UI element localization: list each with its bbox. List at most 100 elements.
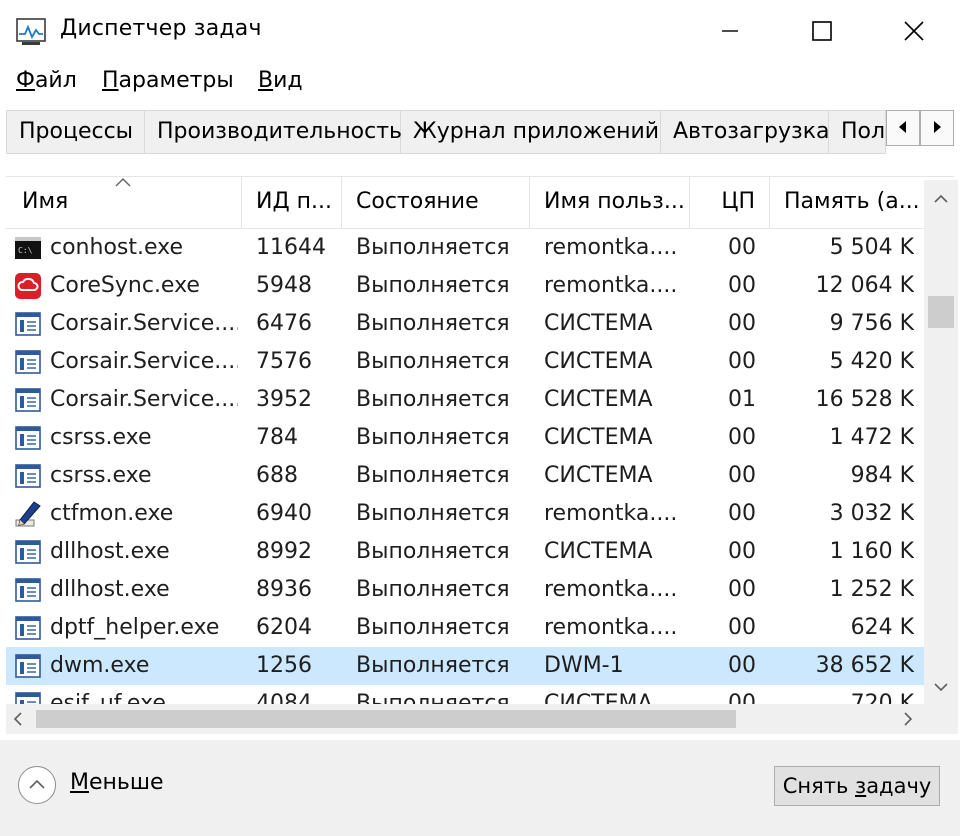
task-manager-icon: [16, 18, 48, 46]
cell-status: Выполняется: [356, 235, 510, 260]
cell-memory: 5 420 K: [829, 349, 914, 374]
column-header-name[interactable]: Имя: [6, 177, 242, 229]
cell-user: remontka....: [544, 615, 678, 640]
tab-performance[interactable]: Производительность: [145, 111, 402, 153]
tab-app-history[interactable]: Журнал приложений: [401, 111, 661, 153]
cell-cpu: 00: [728, 615, 756, 640]
minimize-button[interactable]: [684, 0, 776, 62]
cell-memory: 9 756 K: [829, 311, 914, 336]
cell-user: СИСТЕМА: [544, 425, 653, 450]
app-window-icon: [14, 348, 42, 376]
column-header-user[interactable]: Имя польз...: [530, 177, 690, 229]
process-table: Имя ИД п... Состояние Имя польз... ЦП Па…: [6, 176, 954, 732]
footer-bar: Меньше Снять з адачу: [0, 740, 960, 836]
cell-status: Выполняется: [356, 387, 510, 412]
cell-status: Выполняется: [356, 501, 510, 526]
cell-pid: 784: [256, 425, 298, 450]
cell-user: remontka....: [544, 235, 678, 260]
chevron-right-icon: [931, 119, 943, 138]
cell-name: dllhost.exe: [50, 539, 170, 564]
cell-memory: 12 064 K: [815, 273, 914, 298]
chevron-down-icon[interactable]: [933, 678, 949, 697]
cell-status: Выполняется: [356, 311, 510, 336]
cell-cpu: 00: [728, 349, 756, 374]
title-bar: Диспетчер задач: [0, 0, 960, 62]
table-row[interactable]: dllhost.exe 8936 Выполняется remontka.... 00…: [6, 571, 924, 609]
cell-user: DWM-1: [544, 653, 624, 678]
app-window-icon: [14, 424, 42, 452]
chevron-up-circle-icon: [18, 766, 56, 804]
table-row[interactable]: CoreSync.exe 5948 Выполняется remontka.... 0…: [6, 267, 924, 305]
tab-processes[interactable]: Процессы: [7, 111, 145, 153]
menu-file[interactable]: Файл: [16, 68, 77, 93]
cell-user: СИСТЕМА: [544, 539, 653, 564]
column-header-pid[interactable]: ИД п...: [242, 177, 342, 229]
cell-pid: 7576: [256, 349, 312, 374]
close-icon: [903, 20, 925, 42]
maximize-icon: [811, 20, 833, 42]
cell-status: Выполняется: [356, 539, 510, 564]
close-button[interactable]: [868, 0, 960, 62]
app-window-icon: [14, 576, 42, 604]
tab-users[interactable]: Пол: [829, 111, 885, 153]
table-header: Имя ИД п... Состояние Имя польз... ЦП Па…: [6, 177, 924, 229]
chevron-left-icon[interactable]: [12, 711, 24, 731]
vertical-scrollbar[interactable]: [924, 180, 958, 704]
svg-text:C:\: C:\: [18, 246, 33, 255]
cell-pid: 11644: [256, 235, 326, 260]
table-row[interactable]: C:\ conhost.exe 11644 Выполняется remontka..…: [6, 229, 924, 267]
cell-cpu: 01: [728, 387, 756, 412]
cell-cpu: 00: [728, 577, 756, 602]
cell-name: Corsair.Service....: [50, 387, 238, 412]
cell-memory: 1 472 K: [829, 425, 914, 450]
table-row[interactable]: Corsair.Service.... 6476 Выполняется СИСТЕМ…: [6, 305, 924, 343]
table-row[interactable]: dwm.exe 1256 Выполняется DWM-1 00 38 652 K: [6, 647, 924, 685]
column-header-status[interactable]: Состояние: [342, 177, 530, 229]
cell-cpu: 00: [728, 501, 756, 526]
tab-bar: Процессы Производительность Журнал прило…: [0, 106, 960, 156]
maximize-button[interactable]: [776, 0, 868, 62]
table-row[interactable]: csrss.exe 784 Выполняется СИСТЕМА 00 1 472 K: [6, 419, 924, 457]
cell-name: CoreSync.exe: [50, 273, 200, 298]
cell-pid: 5948: [256, 273, 312, 298]
tabs-scroll-left-button[interactable]: [886, 110, 920, 146]
vertical-scrollbar-thumb[interactable]: [928, 296, 954, 328]
menu-options[interactable]: Параметры: [102, 68, 234, 93]
window-title: Диспетчер задач: [60, 16, 262, 41]
fewer-details-label: Меньше: [70, 770, 164, 795]
tabs-scroll-right-button[interactable]: [920, 110, 954, 146]
horizontal-scrollbar-thumb[interactable]: [36, 710, 736, 728]
fewer-details-toggle[interactable]: Меньше: [18, 764, 198, 806]
cell-status: Выполняется: [356, 615, 510, 640]
menu-view[interactable]: Вид: [258, 68, 303, 93]
app-window-icon: [14, 462, 42, 490]
cell-memory: 16 528 K: [815, 387, 914, 412]
tab-startup[interactable]: Автозагрузка: [661, 111, 829, 153]
cell-status: Выполняется: [356, 653, 510, 678]
table-row[interactable]: csrss.exe 688 Выполняется СИСТЕМА 00 984 K: [6, 457, 924, 495]
horizontal-scrollbar[interactable]: [6, 704, 924, 734]
cell-name: dwm.exe: [50, 653, 150, 678]
table-row[interactable]: ctfmon.exe 6940 Выполняется remontka.... 00 3…: [6, 495, 924, 533]
cell-memory: 5 504 K: [829, 235, 914, 260]
cell-cpu: 00: [728, 425, 756, 450]
cell-status: Выполняется: [356, 577, 510, 602]
cell-pid: 8992: [256, 539, 312, 564]
table-row[interactable]: dptf_helper.exe 6204 Выполняется remontka..…: [6, 609, 924, 647]
column-header-cpu[interactable]: ЦП: [690, 177, 770, 229]
cell-name: csrss.exe: [50, 463, 152, 488]
table-row[interactable]: Corsair.Service.... 3952 Выполняется СИСТЕМ…: [6, 381, 924, 419]
column-header-memory[interactable]: Память (а...: [770, 177, 924, 229]
minimize-icon: [720, 21, 740, 41]
chevron-right-icon[interactable]: [902, 711, 914, 731]
cell-pid: 8936: [256, 577, 312, 602]
console-icon: C:\: [14, 234, 42, 262]
cell-pid: 6204: [256, 615, 312, 640]
end-task-button[interactable]: Снять з адачу: [774, 766, 940, 806]
cell-name: dllhost.exe: [50, 577, 170, 602]
app-window-icon: [14, 538, 42, 566]
table-row[interactable]: dllhost.exe 8992 Выполняется СИСТЕМА 00 1 160…: [6, 533, 924, 571]
chevron-up-icon[interactable]: [933, 190, 949, 209]
table-row[interactable]: Corsair.Service.... 7576 Выполняется СИСТЕМ…: [6, 343, 924, 381]
cell-pid: 6476: [256, 311, 312, 336]
